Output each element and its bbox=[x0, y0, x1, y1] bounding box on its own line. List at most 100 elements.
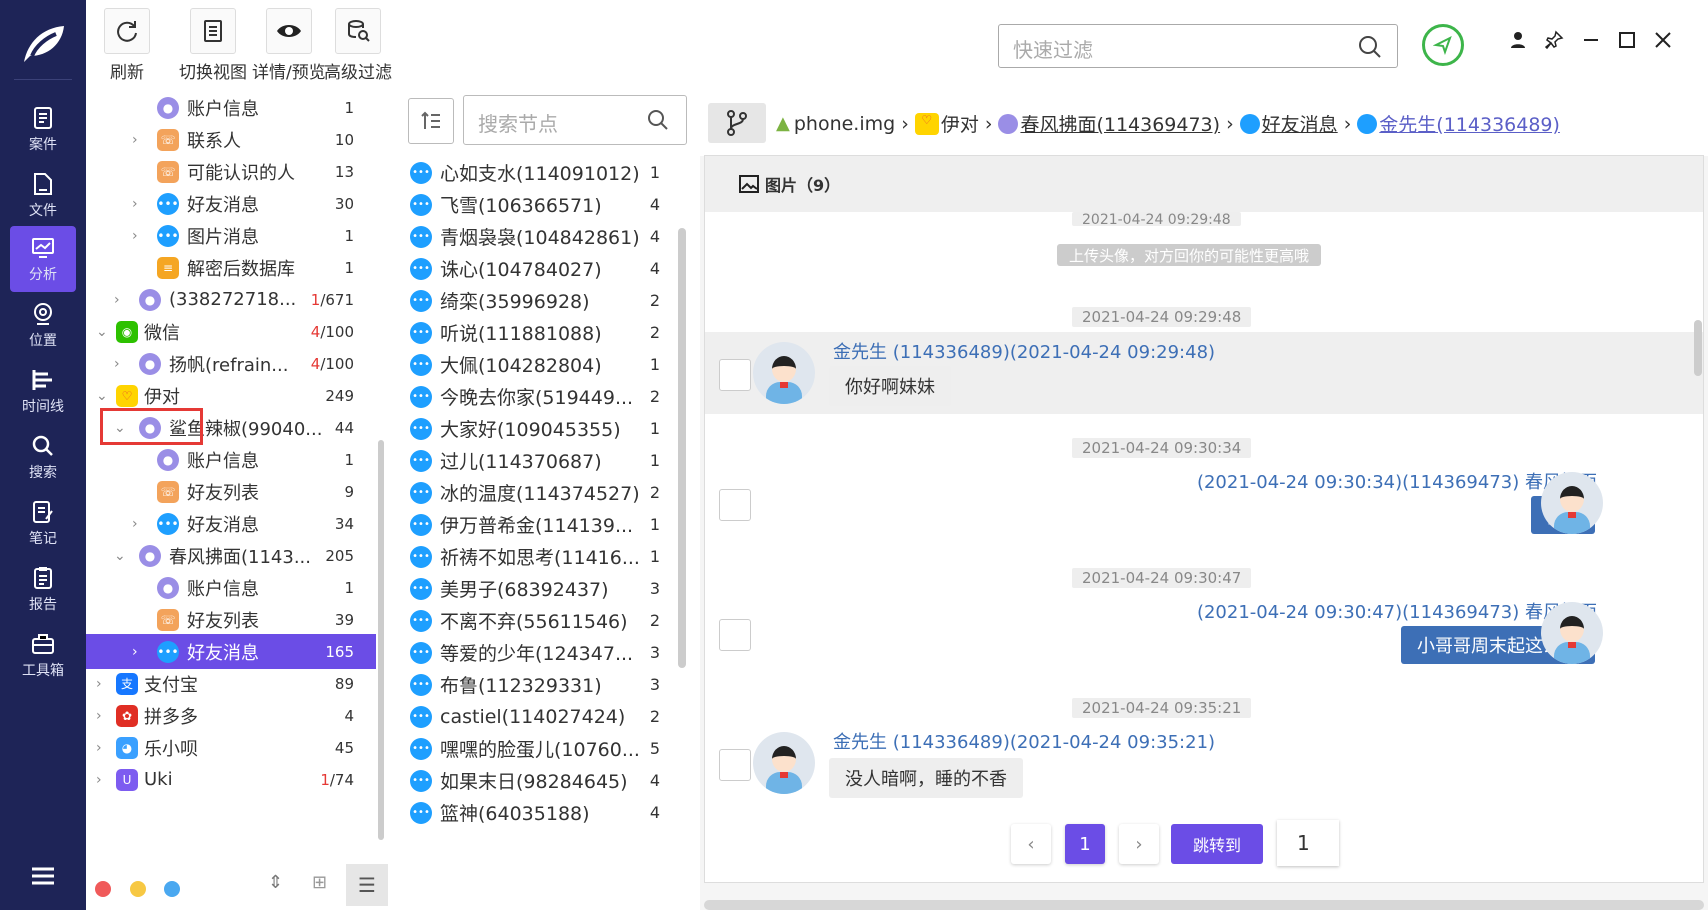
contact-list-item[interactable]: ••• 飞雪(106366571) 4 bbox=[410, 187, 680, 222]
breadcrumb-account[interactable]: 春风拂面(114369473) bbox=[1020, 110, 1220, 137]
tree-scrollbar[interactable] bbox=[378, 440, 384, 840]
page-number-input[interactable]: 1 bbox=[1277, 820, 1339, 866]
tree-item[interactable]: ⌄ ● 春风拂面(1143... 205 bbox=[86, 538, 376, 573]
contact-list-item[interactable]: ••• 伊万普希金(114139... 1 bbox=[410, 507, 680, 542]
nav-timeline[interactable]: 时间线 bbox=[10, 358, 76, 424]
contact-list-item[interactable]: ••• 祈祷不如思考(11416... 1 bbox=[410, 539, 680, 574]
red-dot[interactable] bbox=[95, 881, 111, 897]
next-page-button[interactable]: › bbox=[1119, 824, 1159, 864]
chevron-right-icon[interactable]: › bbox=[96, 740, 102, 756]
contact-list-item[interactable]: ••• 等爱的少年(124347... 3 bbox=[410, 635, 680, 670]
maximize-icon[interactable] bbox=[1618, 30, 1636, 55]
tree-item[interactable]: › U Uki 1/74 bbox=[86, 762, 376, 797]
message-checkbox[interactable] bbox=[719, 619, 751, 651]
menu-icon[interactable] bbox=[30, 866, 56, 890]
tree-item[interactable]: › 支 支付宝 89 bbox=[86, 666, 376, 701]
nav-note[interactable]: 笔记 bbox=[10, 490, 76, 556]
refresh-button[interactable]: 刷新 bbox=[104, 8, 150, 83]
contact-list-item[interactable]: ••• 听说(111881088) 2 bbox=[410, 315, 680, 350]
tree-item[interactable]: › ••• 图片消息 1 bbox=[86, 218, 376, 253]
message-checkbox[interactable] bbox=[719, 489, 751, 521]
contact-list-item[interactable]: ••• 美男子(68392437) 3 bbox=[410, 571, 680, 606]
contact-list-item[interactable]: ••• 冰的温度(114374527) 2 bbox=[410, 475, 680, 510]
contact-list-item[interactable]: ••• 诛心(104784027) 4 bbox=[410, 251, 680, 286]
list-view-icon[interactable]: ☰ bbox=[346, 864, 388, 906]
chevron-down-icon[interactable]: ⌄ bbox=[114, 548, 126, 564]
advanced-filter-button[interactable]: 高级过滤 bbox=[324, 8, 392, 83]
tree-item[interactable]: ☏ 好友列表 9 bbox=[86, 474, 376, 509]
search-icon[interactable] bbox=[1357, 34, 1383, 60]
nav-case[interactable]: 案件 bbox=[10, 96, 76, 162]
message-row[interactable]: (2021-04-24 09:30:34)(114369473) 春风拂面 [羞… bbox=[705, 462, 1703, 544]
contact-list-item[interactable]: ••• 不离不弃(55611546) 2 bbox=[410, 603, 680, 638]
chevron-right-icon[interactable]: › bbox=[114, 356, 120, 372]
contact-list-item[interactable]: ••• 如果末日(98284645) 4 bbox=[410, 763, 680, 798]
chevron-down-icon[interactable]: ⌄ bbox=[96, 388, 108, 404]
tree-item[interactable]: › ● 扬帆(refrain... 4/100 bbox=[86, 346, 376, 381]
quick-filter-input[interactable]: 快速过滤 bbox=[998, 24, 1398, 68]
blue-dot[interactable] bbox=[164, 881, 180, 897]
chevron-down-icon[interactable]: ⌄ bbox=[96, 324, 108, 340]
contact-list-item[interactable]: ••• 过儿(114370687) 1 bbox=[410, 443, 680, 478]
contact-list-item[interactable]: ••• 大佩(104282804) 1 bbox=[410, 347, 680, 382]
tree-item[interactable]: ● 账户信息 1 bbox=[86, 570, 376, 605]
search-icon[interactable] bbox=[646, 108, 670, 132]
message-row[interactable]: (2021-04-24 09:30:47)(114369473) 春风拂面 小哥… bbox=[705, 592, 1703, 674]
jump-to-button[interactable]: 跳转到 bbox=[1171, 824, 1263, 864]
tree-item[interactable]: › ••• 好友消息 30 bbox=[86, 186, 376, 221]
tree-item[interactable]: › ● (338272718... 1/671 bbox=[86, 282, 376, 317]
user-icon[interactable] bbox=[1508, 30, 1528, 56]
contact-list-item[interactable]: ••• 布鲁(112329331) 3 bbox=[410, 667, 680, 702]
minimize-icon[interactable] bbox=[1582, 30, 1600, 55]
nav-file[interactable]: 文件 bbox=[10, 162, 76, 228]
contact-list-scrollbar[interactable] bbox=[678, 228, 686, 668]
tree-item-selected[interactable]: › ••• 好友消息 165 bbox=[86, 634, 376, 669]
chevron-right-icon[interactable]: › bbox=[96, 772, 102, 788]
close-icon[interactable] bbox=[1654, 30, 1672, 55]
chevron-right-icon[interactable]: › bbox=[132, 516, 138, 532]
breadcrumb-app[interactable]: 伊对 bbox=[941, 110, 979, 137]
contact-list-item[interactable]: ••• 大家好(109045355) 1 bbox=[410, 411, 680, 446]
contact-list-item[interactable]: ••• 篮神(64035188) 4 bbox=[410, 795, 680, 830]
tree-item[interactable]: ☏ 好友列表 39 bbox=[86, 602, 376, 637]
sort-button[interactable] bbox=[408, 98, 454, 144]
tree-item-wechat[interactable]: ⌄ ◉ 微信 4/100 bbox=[86, 314, 376, 349]
contact-list-item[interactable]: ••• 今晚去你家(519449... 2 bbox=[410, 379, 680, 414]
contact-list-item[interactable]: ••• 绮栾(35996928) 2 bbox=[410, 283, 680, 318]
breadcrumb-phone[interactable]: phone.img bbox=[794, 113, 895, 135]
chevron-right-icon[interactable]: › bbox=[132, 132, 138, 148]
tree-item[interactable]: ≡ 解密后数据库 1 bbox=[86, 250, 376, 285]
contact-list-item[interactable]: ••• castiel(114027424) 2 bbox=[410, 699, 680, 734]
nav-search[interactable]: 搜索 bbox=[10, 424, 76, 490]
send-button[interactable] bbox=[1422, 24, 1464, 66]
details-preview-button[interactable]: 详情/预览 bbox=[252, 8, 326, 83]
switch-view-button[interactable]: 切换视图 bbox=[179, 8, 247, 83]
message-scrollbar[interactable] bbox=[1694, 320, 1702, 376]
collapse-icon[interactable]: ⇕ bbox=[268, 872, 283, 893]
breadcrumb-contact[interactable]: 金先生(114336489) bbox=[1379, 110, 1560, 137]
tree-item[interactable]: ● 账户信息 1 bbox=[86, 442, 376, 477]
prev-page-button[interactable]: ‹ bbox=[1011, 824, 1051, 864]
chevron-right-icon[interactable]: › bbox=[132, 196, 138, 212]
contact-list-item[interactable]: ••• 心如支水(114091012) 1 bbox=[410, 155, 680, 190]
nav-location[interactable]: 位置 bbox=[10, 292, 76, 358]
message-checkbox[interactable] bbox=[719, 359, 751, 391]
node-search-input[interactable]: 搜索节点 bbox=[463, 95, 687, 145]
contact-list-item[interactable]: ••• 青烟袅袅(104842861) 4 bbox=[410, 219, 680, 254]
horizontal-scrollbar[interactable] bbox=[704, 900, 1704, 910]
tree-item[interactable]: › ◕ 乐小呗 45 bbox=[86, 730, 376, 765]
grid-view-icon[interactable]: ⊞ bbox=[312, 872, 327, 893]
tree-item[interactable]: ● 账户信息 1 bbox=[86, 90, 376, 125]
tree-item[interactable]: › ☏ 联系人 10 bbox=[86, 122, 376, 157]
nav-analysis[interactable]: 分析 bbox=[10, 226, 76, 292]
chevron-right-icon[interactable]: › bbox=[132, 644, 138, 660]
yellow-dot[interactable] bbox=[130, 881, 146, 897]
chevron-right-icon[interactable]: › bbox=[132, 228, 138, 244]
branch-button[interactable] bbox=[708, 103, 766, 143]
nav-toolbox[interactable]: 工具箱 bbox=[10, 622, 76, 688]
message-row[interactable]: 金先生 (114336489)(2021-04-24 09:29:48) 你好啊… bbox=[705, 332, 1703, 414]
tree-item[interactable]: › ••• 好友消息 34 bbox=[86, 506, 376, 541]
current-page[interactable]: 1 bbox=[1065, 824, 1105, 864]
pin-icon[interactable] bbox=[1544, 30, 1564, 56]
message-checkbox[interactable] bbox=[719, 749, 751, 781]
